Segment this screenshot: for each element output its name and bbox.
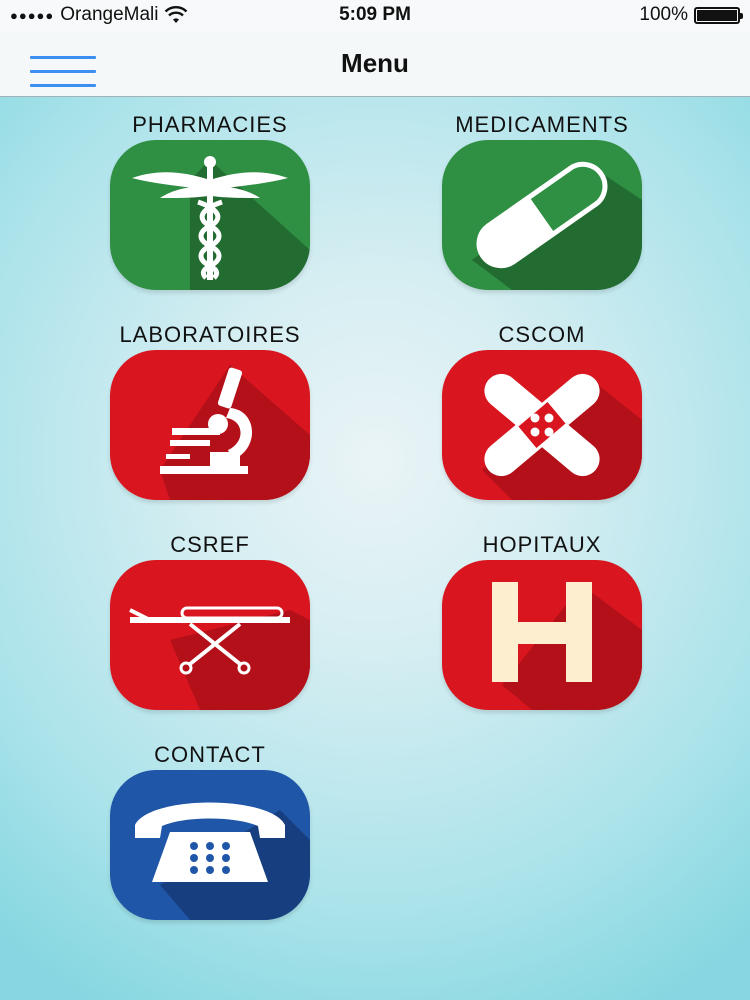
menu-item-label: LABORATOIRES: [119, 322, 301, 347]
menu-item-label: CONTACT: [154, 742, 266, 767]
menu-item-csref[interactable]: CSREF: [90, 530, 330, 710]
status-time: 5:09 PM: [339, 4, 411, 25]
pill-capsule-icon: [442, 140, 642, 290]
menu-item-label: MEDICAMENTS: [455, 112, 629, 137]
status-bar: ●●●●● OrangeMali 5:09 PM 100%: [0, 0, 750, 32]
stretcher-icon: [110, 560, 310, 710]
caduceus-icon: [110, 140, 310, 290]
battery-icon: [694, 6, 743, 24]
battery-level: [697, 9, 737, 21]
bandage-icon: [442, 350, 642, 500]
menu-item-label: CSREF: [170, 532, 250, 557]
status-right: 100%: [639, 4, 743, 26]
menu-item-hopitaux[interactable]: HOPITAUX: [422, 530, 662, 710]
menu-item-medicaments[interactable]: MEDICAMENTS: [422, 110, 662, 290]
menu-item-cscom[interactable]: CSCOM: [422, 320, 662, 500]
menu-item-label: CSCOM: [498, 322, 586, 347]
menu-item-contact[interactable]: CONTACT: [90, 740, 330, 920]
microscope-icon: [110, 350, 310, 500]
menu-item-label: HOPITAUX: [482, 532, 602, 557]
hospital-h-icon: [442, 560, 642, 710]
telephone-icon: [110, 770, 310, 920]
page-title: Menu: [341, 48, 409, 78]
battery-percentage: 100%: [639, 4, 688, 25]
menu-item-pharmacies[interactable]: PHARMACIES: [90, 110, 330, 290]
menu-item-label: PHARMACIES: [132, 112, 288, 137]
menu-item-laboratoires[interactable]: LABORATOIRES: [90, 320, 330, 500]
nav-bar: Menu: [0, 32, 750, 97]
